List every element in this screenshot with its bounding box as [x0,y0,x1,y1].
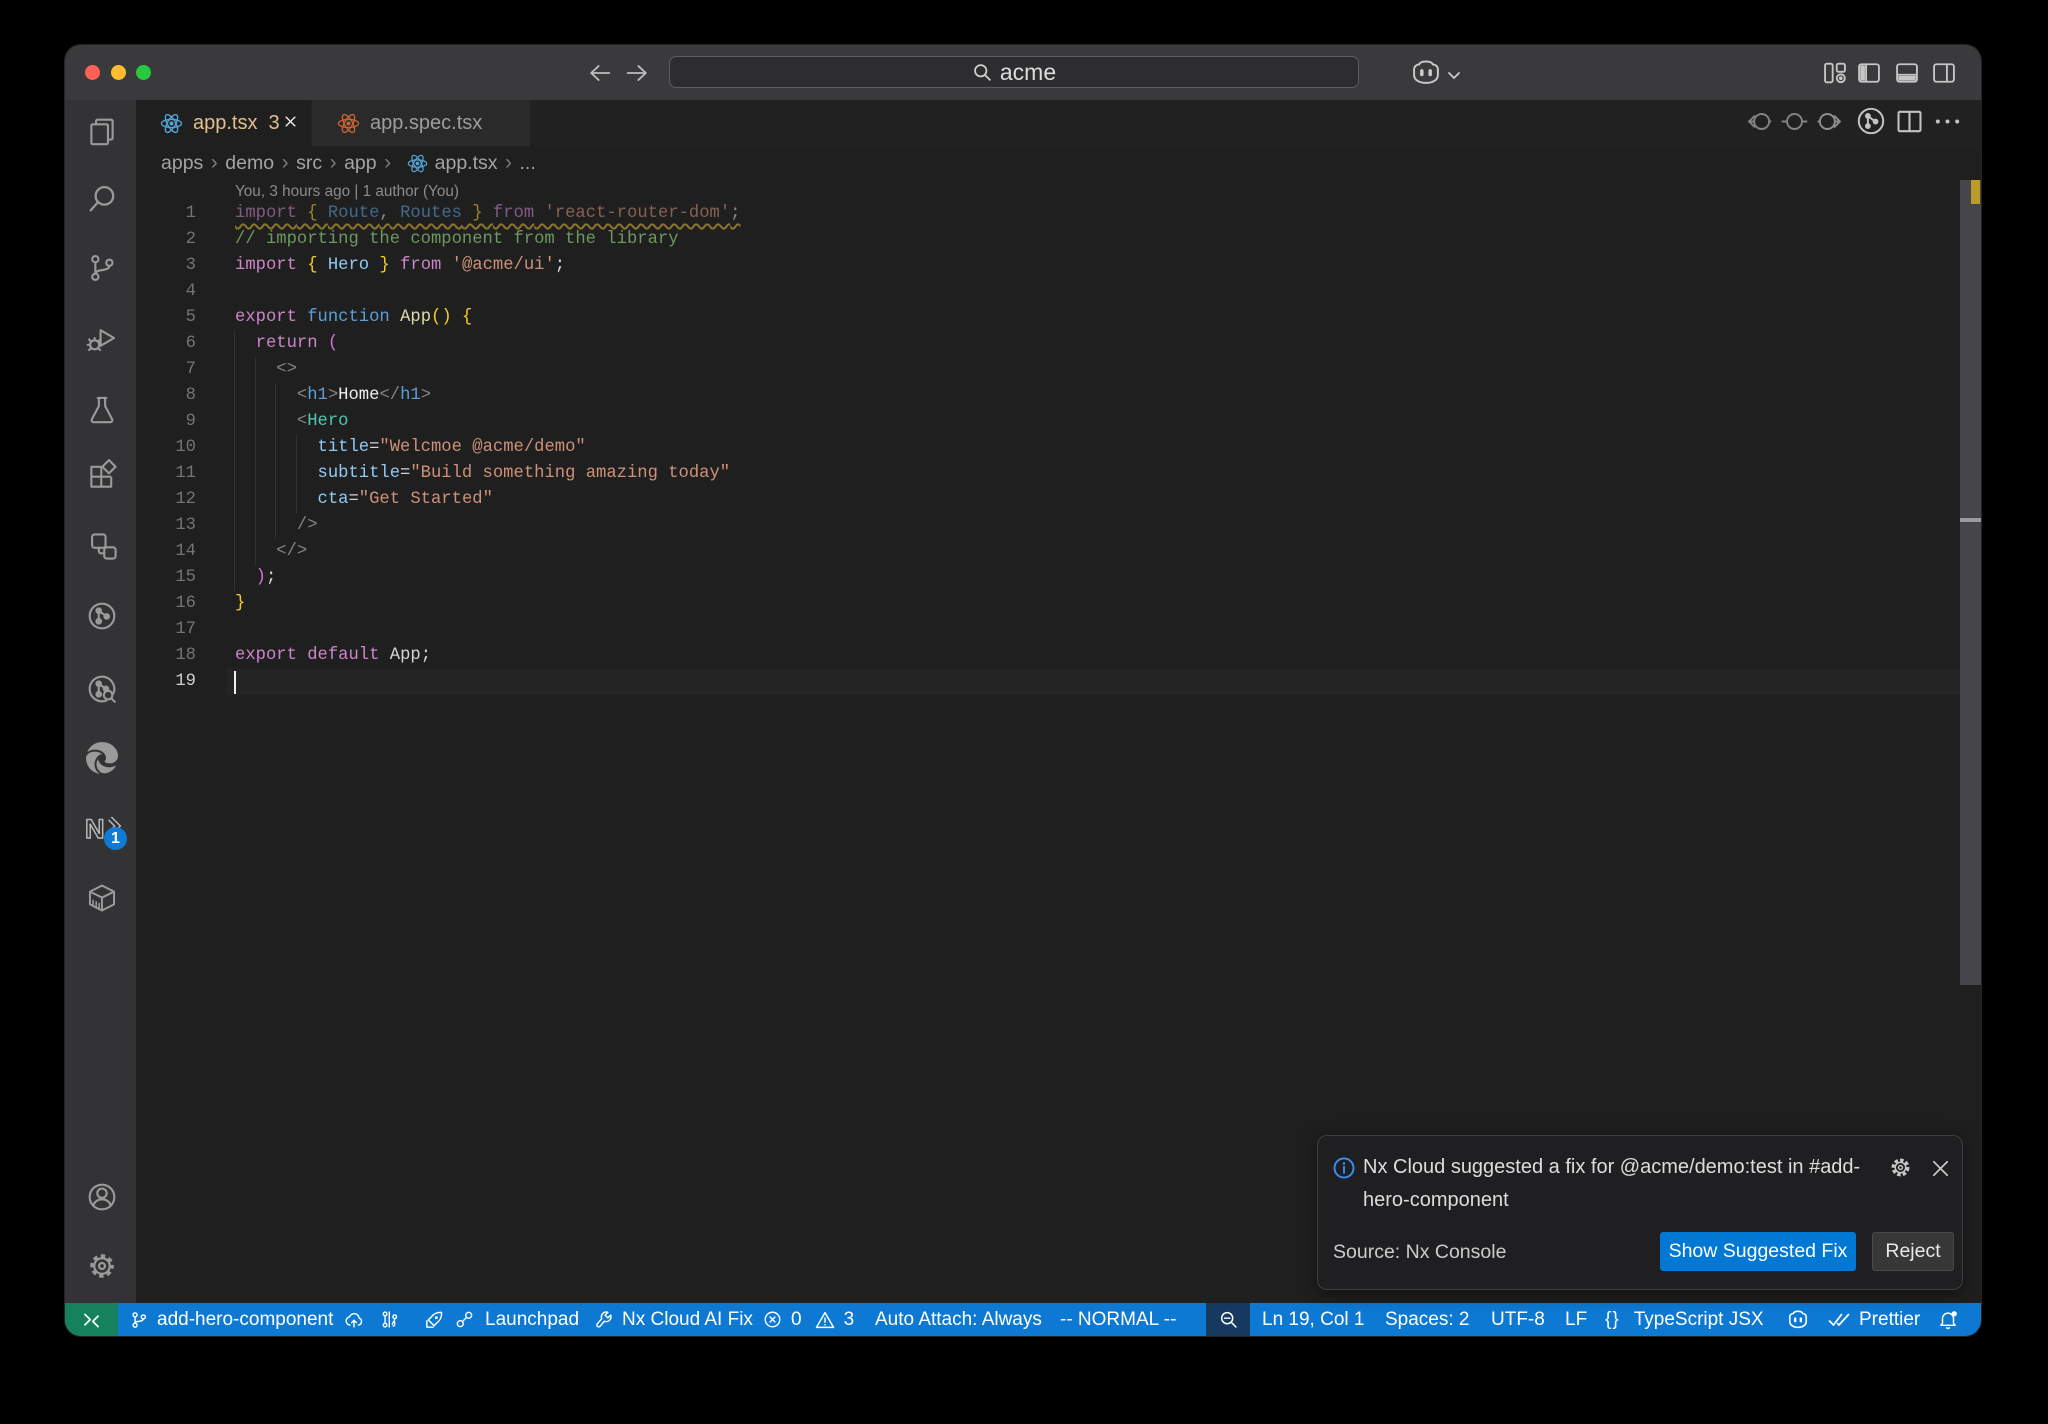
svg-text:N: N [85,814,105,842]
